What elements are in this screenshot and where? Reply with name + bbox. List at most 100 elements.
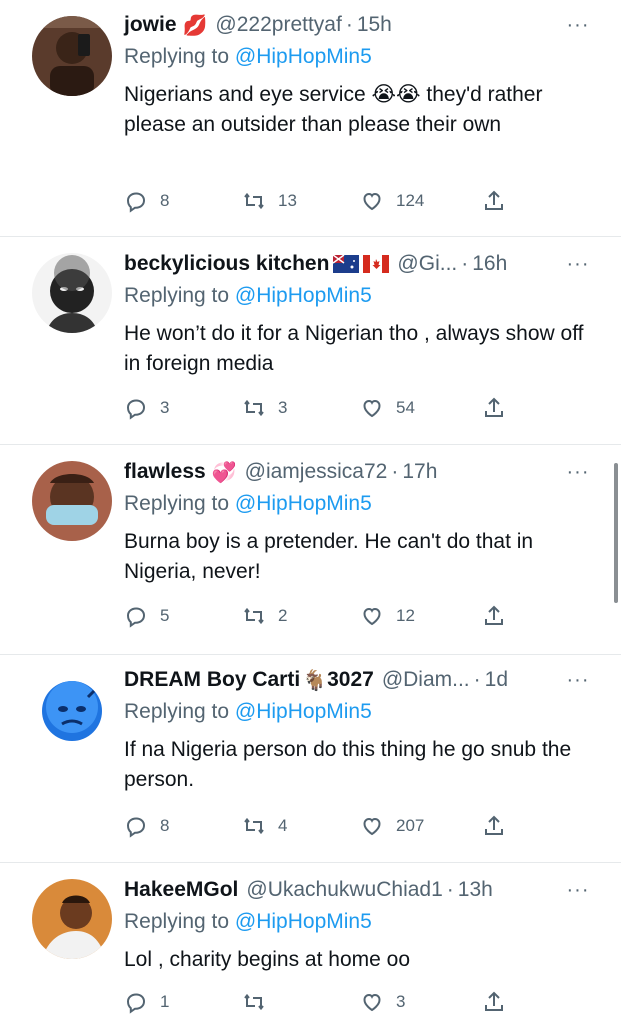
action-bar: 8 13 124 [124,186,591,216]
display-name[interactable]: jowie [124,13,177,37]
share-button[interactable] [482,604,518,628]
tweet-header: jowie 💋 @222prettyaf · 15h [124,8,591,42]
timestamp[interactable]: 15h [357,13,392,37]
handle[interactable]: @UkachukwuChiad1 [246,878,442,902]
reply-button[interactable]: 3 [124,396,169,420]
avatar[interactable] [32,879,112,959]
share-button[interactable] [482,814,518,838]
tweet[interactable]: jowie 💋 @222prettyaf · 15h ··· Replying … [0,0,621,237]
like-icon [363,817,381,836]
like-count: 54 [396,398,415,417]
replying-to: Replying to @HipHopMin5 [124,489,591,519]
separator-dot: · [473,668,481,691]
like-button[interactable]: 12 [360,604,415,628]
like-count: 207 [396,816,425,835]
handle[interactable]: @Diam... [382,668,470,692]
retweet-button[interactable]: 2 [242,604,287,628]
share-icon [485,397,503,417]
share-button[interactable] [482,189,518,213]
more-icon[interactable]: ··· [565,8,591,42]
avatar[interactable] [32,671,112,751]
retweet-count: 13 [278,191,297,210]
reply-button[interactable]: 5 [124,604,169,628]
reply-count: 8 [160,816,170,835]
display-name-suffix[interactable]: 3027 [327,668,374,692]
reply-button[interactable]: 8 [124,189,169,213]
more-icon[interactable]: ··· [565,247,591,281]
more-icon[interactable]: ··· [565,873,591,907]
tweet[interactable]: flawless 💞 @iamjessica72 · 17h ··· Reply… [0,445,621,655]
timestamp[interactable]: 13h [458,878,493,902]
mention-link[interactable]: @HipHopMin5 [235,492,372,515]
like-button[interactable]: 54 [360,396,415,420]
retweet-icon [244,192,264,210]
tweet[interactable]: HakeeMGol @UkachukwuChiad1 · 13h ··· Rep… [0,863,621,1024]
reply-button[interactable]: 1 [124,990,169,1014]
scrollbar[interactable] [614,463,618,603]
mention-link[interactable]: @HipHopMin5 [235,910,372,933]
avatar[interactable] [32,461,112,541]
like-count: 3 [396,992,406,1011]
like-icon [363,399,381,418]
tweet[interactable]: beckylicious kitchen @Gi... · 16h ··· Re… [0,237,621,445]
replying-prefix: Replying to [124,910,230,933]
reply-icon [126,607,146,628]
more-icon[interactable]: ··· [565,663,591,697]
crying-emoji: 😭😭 [371,83,421,106]
action-bar: 8 4 207 [124,811,591,841]
separator-dot: · [446,878,454,901]
tweet-text: Burna boy is a pretender. He can't do th… [124,530,534,583]
mention-link[interactable]: @HipHopMin5 [235,45,372,68]
reply-icon [126,993,146,1014]
separator-dot: · [461,252,469,275]
share-icon [485,815,503,835]
goat-emoji: 🐐 [302,669,328,692]
share-button[interactable] [482,396,518,420]
retweet-icon [244,817,264,835]
timestamp[interactable]: 17h [402,460,437,484]
replying-to: Replying to @HipHopMin5 [124,907,591,937]
tweet-text-part: Nigerians and eye service [124,83,366,106]
more-icon[interactable]: ··· [565,455,591,489]
reply-button[interactable]: 8 [124,814,169,838]
handle[interactable]: @iamjessica72 [245,460,388,484]
mention-link[interactable]: @HipHopMin5 [235,700,372,723]
separator-dot: · [391,460,399,483]
like-button[interactable]: 207 [360,814,424,838]
replying-prefix: Replying to [124,45,230,68]
reply-icon [126,817,146,838]
reply-count: 8 [160,191,170,210]
display-name[interactable]: flawless [124,460,206,484]
retweet-count: 2 [278,606,288,625]
retweet-count: 4 [278,816,288,835]
name-emoji: 💋 [182,14,208,37]
tweet[interactable]: DREAM Boy Carti 🐐 3027 @Diam... · 1d ···… [0,655,621,863]
handle[interactable]: @Gi... [397,252,457,276]
timestamp[interactable]: 1d [485,668,508,692]
handle[interactable]: @222prettyaf [215,13,341,37]
share-button[interactable] [482,990,518,1014]
tweet-text: If na Nigeria person do this thing he go… [124,738,572,791]
retweet-button[interactable] [242,990,278,1014]
display-name[interactable]: DREAM Boy Carti [124,668,300,692]
display-name[interactable]: beckylicious kitchen [124,252,329,276]
share-icon [485,190,503,210]
share-icon [485,991,503,1011]
mention-link[interactable]: @HipHopMin5 [235,284,372,307]
replying-prefix: Replying to [124,700,230,723]
avatar[interactable] [32,16,112,96]
replying-prefix: Replying to [124,284,230,307]
retweet-button[interactable]: 3 [242,396,287,420]
like-button[interactable]: 124 [360,189,424,213]
like-button[interactable]: 3 [360,990,405,1014]
action-bar: 5 2 12 [124,601,591,631]
avatar[interactable] [32,253,112,333]
replying-prefix: Replying to [124,492,230,515]
timestamp[interactable]: 16h [472,252,507,276]
retweet-button[interactable]: 13 [242,189,297,213]
tweet-text: Nigerians and eye service 😭😭 they'd rath… [124,80,591,140]
like-icon [363,993,381,1012]
display-name[interactable]: HakeeMGol [124,878,238,902]
retweet-button[interactable]: 4 [242,814,287,838]
like-count: 124 [396,191,425,210]
